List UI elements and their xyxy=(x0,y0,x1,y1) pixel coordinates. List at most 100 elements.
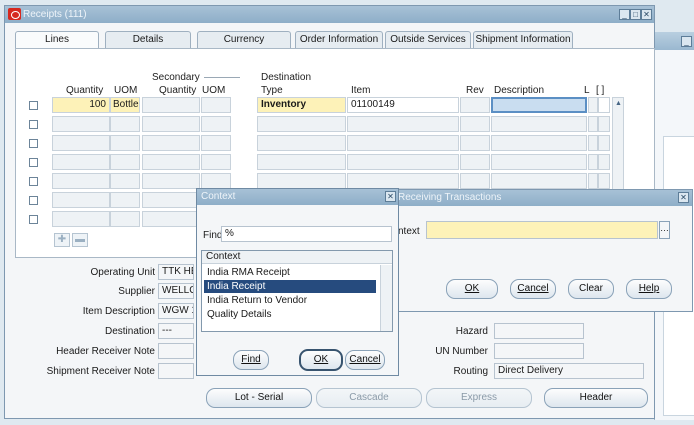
table-cell[interactable] xyxy=(110,173,140,189)
table-cell[interactable] xyxy=(460,173,490,189)
table-cell[interactable] xyxy=(142,154,200,170)
table-cell[interactable] xyxy=(257,116,346,132)
table-cell[interactable] xyxy=(460,135,490,151)
help-button[interactable]: Help xyxy=(626,279,672,299)
tab-outside-services[interactable]: Outside Services xyxy=(385,31,471,49)
destination-type-field[interactable]: Inventory xyxy=(257,97,346,113)
context-cancel-button[interactable]: Cancel xyxy=(345,350,385,370)
close-icon[interactable]: ✕ xyxy=(678,192,689,203)
close-icon[interactable]: ✕ xyxy=(641,9,652,20)
tab-currency[interactable]: Currency xyxy=(197,31,291,49)
table-cell[interactable] xyxy=(201,154,231,170)
lot-serial-button[interactable]: Lot - Serial xyxy=(206,388,312,408)
table-cell[interactable] xyxy=(257,173,346,189)
table-cell[interactable] xyxy=(598,116,610,132)
row-checkbox[interactable] xyxy=(29,139,38,148)
find-input[interactable]: % xyxy=(221,226,392,242)
secondary-quantity-field[interactable] xyxy=(142,97,200,113)
cascade-button[interactable]: Cascade xyxy=(316,388,422,408)
table-cell[interactable] xyxy=(201,135,231,151)
cancel-button[interactable]: Cancel xyxy=(510,279,556,299)
table-cell[interactable] xyxy=(201,116,231,132)
table-cell[interactable] xyxy=(460,116,490,132)
table-cell[interactable] xyxy=(491,116,587,132)
table-cell[interactable] xyxy=(52,211,110,227)
header-receiver-note-field[interactable] xyxy=(158,343,194,359)
table-cell[interactable] xyxy=(460,154,490,170)
list-scrollbar[interactable] xyxy=(380,265,392,331)
row-checkbox[interactable] xyxy=(29,101,38,110)
quantity-field[interactable]: 100 xyxy=(52,97,110,113)
descriptive-flex-field[interactable] xyxy=(598,97,610,113)
table-cell[interactable] xyxy=(52,116,110,132)
table-cell[interactable] xyxy=(257,154,346,170)
remove-row-icon[interactable]: ▬ xyxy=(72,233,88,247)
table-cell[interactable] xyxy=(588,135,598,151)
table-cell[interactable] xyxy=(110,154,140,170)
table-cell[interactable] xyxy=(52,154,110,170)
operating-unit-field[interactable]: TTK HE xyxy=(158,264,194,280)
table-cell[interactable] xyxy=(52,135,110,151)
maximize-icon[interactable]: □ xyxy=(630,9,641,20)
table-cell[interactable] xyxy=(52,192,110,208)
list-item[interactable]: India RMA Receipt xyxy=(204,266,376,279)
table-cell[interactable] xyxy=(588,116,598,132)
table-cell[interactable] xyxy=(142,192,200,208)
list-item-selected[interactable]: India Receipt xyxy=(204,280,376,293)
list-item[interactable]: Quality Details xyxy=(204,308,376,321)
table-cell[interactable] xyxy=(142,116,200,132)
destination-field[interactable]: --- xyxy=(158,323,194,339)
table-cell[interactable] xyxy=(110,116,140,132)
row-checkbox[interactable] xyxy=(29,215,38,224)
close-icon[interactable]: ✕ xyxy=(385,191,396,202)
secondary-uom-field[interactable] xyxy=(201,97,231,113)
description-field[interactable] xyxy=(491,97,587,113)
table-cell[interactable] xyxy=(142,135,200,151)
table-cell[interactable] xyxy=(598,154,610,170)
table-cell[interactable] xyxy=(588,154,598,170)
table-cell[interactable] xyxy=(142,173,200,189)
shipment-receiver-note-field[interactable] xyxy=(158,363,194,379)
table-cell[interactable] xyxy=(491,173,587,189)
table-cell[interactable] xyxy=(347,154,459,170)
minimize-icon[interactable]: _ xyxy=(619,9,630,20)
list-of-values-icon[interactable]: … xyxy=(659,221,670,239)
row-checkbox[interactable] xyxy=(29,177,38,186)
uom-field[interactable]: Bottle xyxy=(110,97,140,113)
clear-button[interactable]: Clear xyxy=(568,279,614,299)
item-field[interactable]: 01100149 xyxy=(347,97,459,113)
table-cell[interactable] xyxy=(347,135,459,151)
context-ok-button[interactable]: OK xyxy=(299,349,343,371)
table-cell[interactable] xyxy=(491,135,587,151)
express-button[interactable]: Express xyxy=(426,388,532,408)
item-description-field[interactable]: WGW 1 xyxy=(158,303,194,319)
table-cell[interactable] xyxy=(588,173,598,189)
row-checkbox[interactable] xyxy=(29,196,38,205)
list-item[interactable]: India Return to Vendor xyxy=(204,294,376,307)
add-row-icon[interactable]: ✚ xyxy=(54,233,70,247)
supplier-field[interactable]: WELLC xyxy=(158,283,194,299)
rev-field[interactable] xyxy=(460,97,490,113)
ok-button[interactable]: OK xyxy=(446,279,498,299)
l-field[interactable] xyxy=(588,97,598,113)
hazard-field[interactable] xyxy=(494,323,584,339)
minimize-icon[interactable]: _ xyxy=(681,36,692,47)
table-cell[interactable] xyxy=(347,116,459,132)
context-field[interactable] xyxy=(426,221,658,239)
header-button[interactable]: Header xyxy=(544,388,648,408)
table-cell[interactable] xyxy=(110,135,140,151)
table-cell[interactable] xyxy=(110,192,140,208)
scroll-up-icon[interactable]: ▲ xyxy=(615,100,622,107)
table-cell[interactable] xyxy=(52,173,110,189)
tab-lines[interactable]: Lines xyxy=(15,31,99,49)
routing-field[interactable]: Direct Delivery xyxy=(494,363,644,379)
tab-details[interactable]: Details xyxy=(105,31,191,49)
table-cell[interactable] xyxy=(347,173,459,189)
find-button[interactable]: Find xyxy=(233,350,269,370)
tab-shipment-information[interactable]: Shipment Information xyxy=(473,31,573,49)
table-cell[interactable] xyxy=(201,173,231,189)
tab-order-information[interactable]: Order Information xyxy=(295,31,383,49)
table-cell[interactable] xyxy=(598,173,610,189)
row-checkbox[interactable] xyxy=(29,158,38,167)
table-cell[interactable] xyxy=(142,211,200,227)
